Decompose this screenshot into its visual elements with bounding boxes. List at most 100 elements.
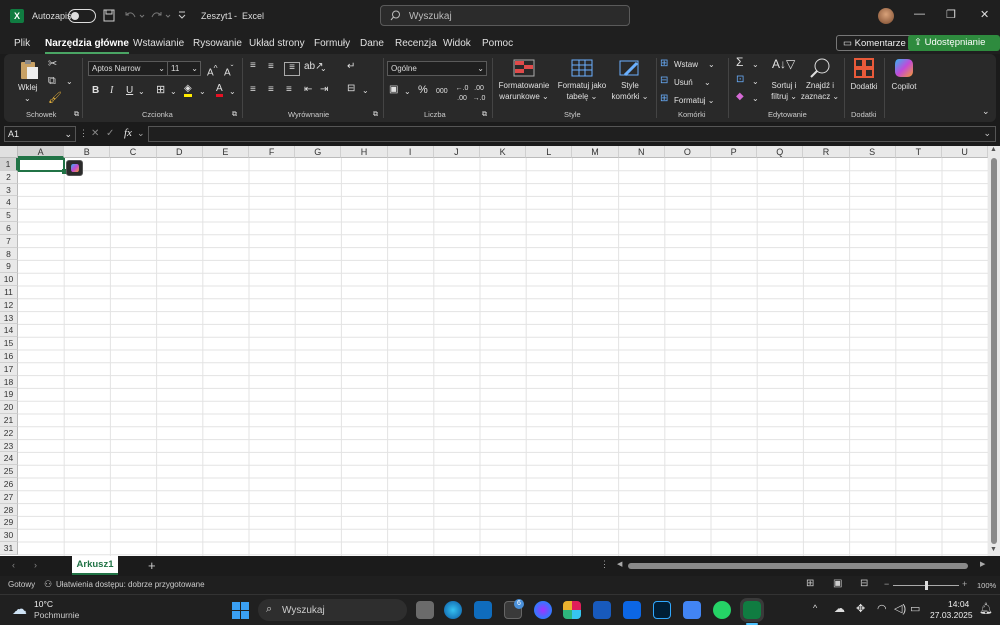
close-icon[interactable]: ✕ [980, 8, 989, 21]
align-right-icon[interactable]: ≡ [286, 85, 292, 95]
underline-dropdown-icon[interactable]: ⌄ [138, 87, 145, 97]
row-header-25[interactable]: 25 [0, 465, 18, 478]
restore-icon[interactable]: ❐ [946, 8, 956, 21]
clipboard-launcher-icon[interactable]: ⧉ [74, 110, 79, 120]
photoshop-icon[interactable] [653, 601, 671, 619]
find-select-label-2[interactable]: zaznacz ⌄ [798, 92, 842, 102]
column-header-e[interactable]: E [202, 146, 249, 158]
row-header-26[interactable]: 26 [0, 478, 18, 491]
tab-page-layout[interactable]: Układ strony [249, 38, 305, 49]
addins-button[interactable]: Dodatki [846, 82, 882, 92]
row-header-1[interactable]: 1 [0, 158, 18, 171]
font-launcher-icon[interactable]: ⧉ [232, 110, 237, 120]
scroll-up-icon[interactable]: ▲ [990, 146, 997, 153]
fill-dropdown-icon[interactable]: ⌄ [199, 87, 206, 97]
column-header-s[interactable]: S [849, 146, 896, 158]
whatsapp-icon[interactable] [713, 601, 731, 619]
row-header-16[interactable]: 16 [0, 350, 18, 363]
tab-view[interactable]: Widok [443, 38, 471, 49]
volume-icon[interactable]: ◁) [894, 602, 906, 615]
column-header-i[interactable]: I [387, 146, 434, 158]
row-header-10[interactable]: 10 [0, 273, 18, 286]
font-size-dropdown[interactable]: 11 ⌄ [167, 61, 201, 76]
notifications-bell-icon[interactable]: 🔔︎ [979, 602, 993, 615]
tab-home[interactable]: Narzędzia główne [45, 38, 129, 54]
column-header-g[interactable]: G [295, 146, 342, 158]
align-left-icon[interactable]: ≡ [250, 85, 256, 95]
hscroll-right-icon[interactable]: ▶ [980, 560, 985, 568]
paste-label[interactable]: Wklej [18, 83, 38, 93]
row-header-18[interactable]: 18 [0, 375, 18, 389]
column-header-k[interactable]: K [480, 146, 527, 158]
borders-icon[interactable]: ⊞ [156, 85, 165, 96]
paste-dropdown-icon[interactable]: ⌄ [24, 94, 31, 104]
network-app-icon[interactable]: ✥ [856, 602, 865, 615]
minimize-icon[interactable]: — [914, 8, 925, 20]
tab-draw[interactable]: Rysowanie [193, 38, 242, 49]
conditional-formatting-label-2[interactable]: warunkowe ⌄ [498, 92, 550, 102]
row-header-3[interactable]: 3 [0, 183, 18, 197]
sort-filter-label-2[interactable]: filtruj ⌄ [766, 92, 802, 102]
comments-button[interactable]: ▭ Komentarze [836, 35, 913, 51]
word-icon[interactable] [593, 601, 611, 619]
worksheet-grid[interactable]: ABCDEFGHIJKLMNOPQRSTU 1 2 3 4 5 6 7 8 9 10 11 12 13 1… [0, 146, 988, 556]
clock-date[interactable]: 27.03.2025 [930, 610, 973, 620]
tab-help[interactable]: Pomoc [482, 38, 513, 49]
normal-view-icon[interactable]: ⊞ [806, 578, 814, 589]
borders-dropdown-icon[interactable]: ⌄ [170, 87, 177, 97]
underline-button[interactable]: U [126, 86, 133, 96]
conditional-formatting-icon[interactable] [513, 59, 535, 77]
taskbar-search[interactable]: ⌕ Wyszukaj [258, 599, 407, 621]
column-header-r[interactable]: R [803, 146, 850, 158]
clear-icon[interactable]: ◆ [736, 92, 744, 102]
format-as-table-label-2[interactable]: tabelę ⌄ [554, 92, 610, 102]
fill-color-icon[interactable]: ◈ [184, 84, 192, 97]
outlook-icon[interactable] [474, 601, 492, 619]
name-box[interactable]: A1 ⌄ [4, 126, 76, 142]
zoom-in-icon[interactable]: + [962, 579, 967, 589]
fx-dropdown-icon[interactable]: ⌄ [137, 128, 145, 139]
horizontal-scrollbar[interactable] [628, 563, 968, 569]
delete-cells-icon[interactable]: ⊟ [660, 76, 668, 86]
insert-function-button[interactable]: fx [124, 127, 132, 139]
tab-file[interactable]: Plik [14, 38, 30, 49]
sort-filter-label[interactable]: Sortuj i [766, 81, 802, 91]
fill-dropdown-icon[interactable]: ⌄ [752, 77, 759, 87]
collapse-ribbon-icon[interactable]: ⌄ [982, 106, 990, 116]
increase-indent-icon[interactable]: ⇥ [320, 85, 328, 95]
align-bottom-icon[interactable]: ≡ [284, 62, 300, 76]
copilot-button[interactable]: Copilot [886, 82, 922, 92]
column-header-n[interactable]: N [618, 146, 665, 158]
paste-icon[interactable] [18, 58, 40, 80]
row-header-30[interactable]: 30 [0, 529, 18, 542]
hscroll-left-icon[interactable]: ◀ [617, 560, 622, 568]
find-select-label[interactable]: Znajdź i [800, 81, 840, 91]
messenger-icon[interactable] [534, 601, 552, 619]
row-header-29[interactable]: 29 [0, 516, 18, 530]
number-launcher-icon[interactable]: ⧉ [482, 110, 487, 120]
scroll-down-icon[interactable]: ▼ [990, 546, 997, 553]
align-center-icon[interactable]: ≡ [268, 85, 274, 95]
percent-style-button[interactable]: % [418, 85, 428, 96]
delete-cells-label[interactable]: Usuń [674, 78, 693, 88]
copilot-cell-button[interactable] [66, 160, 83, 176]
row-header-8[interactable]: 8 [0, 247, 18, 261]
merge-center-icon[interactable]: ⊟ [347, 84, 355, 94]
column-header-d[interactable]: D [156, 146, 203, 158]
column-header-j[interactable]: J [433, 146, 480, 158]
copilot-icon[interactable] [893, 57, 915, 79]
weather-temp[interactable]: 10°C [34, 599, 53, 609]
insert-dropdown-icon[interactable]: ⌄ [708, 60, 715, 70]
alignment-launcher-icon[interactable]: ⧉ [373, 110, 378, 120]
column-header-p[interactable]: P [711, 146, 758, 158]
insert-cells-label[interactable]: Wstaw [674, 60, 698, 70]
accounting-dropdown-icon[interactable]: ⌄ [404, 87, 411, 97]
column-header-f[interactable]: F [249, 146, 296, 158]
font-color-icon[interactable]: A [216, 84, 223, 97]
row-header-6[interactable]: 6 [0, 222, 18, 235]
row-header-12[interactable]: 12 [0, 298, 18, 312]
redo-icon[interactable] [150, 10, 172, 22]
wrap-text-icon[interactable]: ↵ [347, 62, 355, 72]
tab-insert[interactable]: Wstawianie [133, 38, 184, 49]
find-select-icon[interactable] [809, 57, 831, 79]
